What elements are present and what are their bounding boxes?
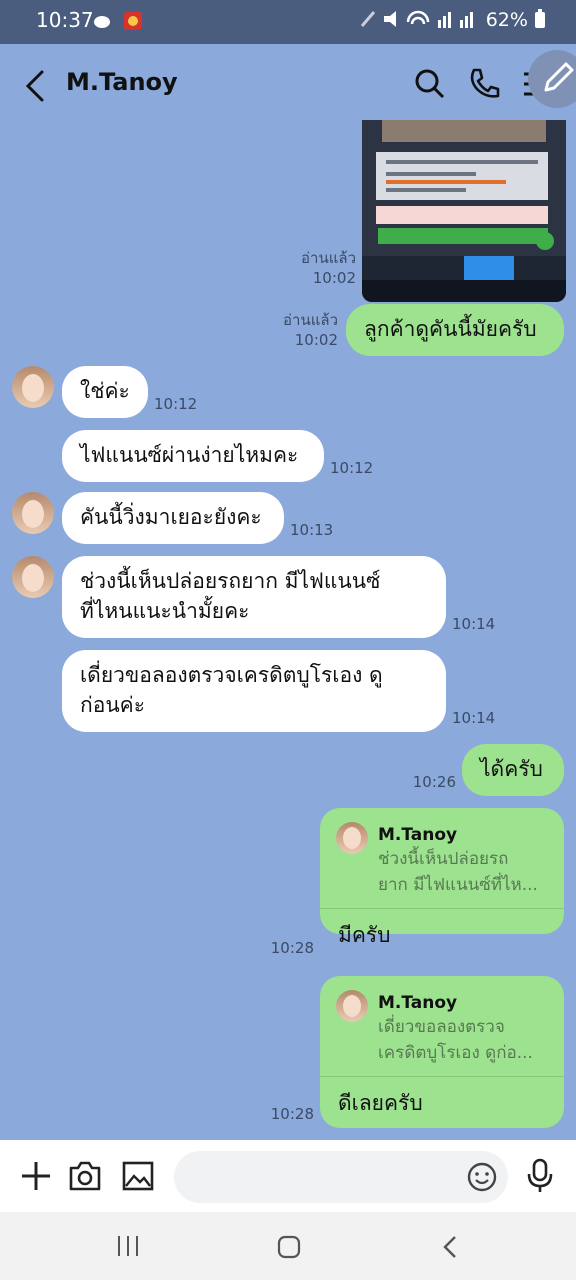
message-input[interactable] — [174, 1151, 508, 1203]
system-back-icon[interactable] — [440, 1234, 460, 1260]
message-text: ใช่ค่ะ — [80, 379, 130, 403]
incoming-message[interactable]: ไฟแนนซ์ผ่านง่ายไหมคะ — [62, 430, 324, 482]
back-arrow-icon[interactable] — [22, 66, 52, 106]
message-text: คันนี้วิ่งมาเยอะยังคะ — [80, 505, 262, 529]
status-bar: 10:37 62% — [0, 0, 576, 44]
quoted-text-line: ช่วงนี้เห็นปล่อยรถ — [378, 849, 509, 869]
message-text-line: เดี่ยวขอลองตรวจเครดิตบูโรเอง ดู — [80, 663, 383, 687]
chat-area[interactable]: อ่านแล้ว 10:02 ลูกค้าดูคันนี้มัยครับ อ่า… — [0, 110, 576, 1140]
message-time: 10:28 — [270, 1105, 314, 1123]
message-time: 10:28 — [270, 939, 314, 957]
message-text-line: ช่วงนี้เห็นปล่อยรถยาก มีไฟแนนซ์ — [80, 569, 381, 593]
battery-icon — [535, 9, 545, 28]
image-message-meta: อ่านแล้ว 10:02 — [290, 248, 356, 288]
message-time: 10:14 — [452, 615, 496, 633]
avatar[interactable] — [12, 556, 54, 598]
message-time: 10:14 — [452, 709, 496, 727]
avatar[interactable] — [12, 492, 54, 534]
system-nav-bar — [0, 1212, 576, 1280]
quoted-avatar — [336, 822, 368, 854]
image-warning-bar — [376, 206, 548, 224]
message-meta: อ่านแล้ว 10:02 — [272, 310, 338, 350]
reply-divider — [320, 1076, 564, 1077]
shared-image-message[interactable] — [362, 120, 566, 302]
reply-divider — [320, 908, 564, 909]
incoming-message[interactable]: ช่วงนี้เห็นปล่อยรถยาก มีไฟแนนซ์ ที่ไหนแน… — [62, 556, 446, 638]
message-text-line: ก่อนค่ะ — [80, 693, 146, 717]
battery-percent: 62% — [485, 9, 528, 31]
search-icon[interactable] — [412, 66, 448, 102]
message-text: มีครับ — [338, 923, 391, 947]
message-time: 10:12 — [330, 459, 374, 477]
read-receipt: อ่านแล้ว — [283, 311, 338, 329]
status-time: 10:37 — [36, 8, 94, 32]
image-info-panel — [376, 152, 548, 200]
plus-icon[interactable] — [20, 1160, 52, 1192]
read-receipt: อ่านแล้ว — [301, 249, 356, 267]
message-time: 10:26 — [412, 773, 456, 791]
message-text: ได้ครับ — [480, 757, 543, 781]
outgoing-message[interactable]: ลูกค้าดูคันนี้มัยครับ — [346, 304, 564, 356]
message-time: 10:02 — [312, 269, 356, 287]
message-time: 10:02 — [294, 331, 338, 349]
image-icon[interactable] — [122, 1160, 154, 1192]
incoming-message[interactable]: คันนี้วิ่งมาเยอะยังคะ — [62, 492, 284, 544]
message-text: ดีเลยครับ — [338, 1091, 423, 1115]
camera-icon[interactable] — [68, 1160, 102, 1192]
quoted-avatar — [336, 990, 368, 1022]
cloud-icon — [94, 12, 142, 30]
status-right: 62% — [360, 8, 546, 31]
status-notification-icons — [92, 10, 142, 36]
outgoing-message[interactable]: ได้ครับ — [462, 744, 564, 796]
emoji-icon[interactable] — [466, 1161, 498, 1193]
message-time: 10:13 — [290, 521, 334, 539]
message-composer — [0, 1140, 576, 1212]
contact-name: M.Tanoy — [66, 68, 178, 96]
quoted-text-line: ยาก มีไฟแนนซ์ที่ไห... — [378, 875, 538, 895]
phone-icon[interactable] — [466, 66, 502, 102]
message-text-line: ที่ไหนแนะนำมั้ยคะ — [80, 599, 250, 623]
mic-icon[interactable] — [526, 1158, 554, 1194]
signal-wifi-icons — [360, 10, 473, 28]
image-plus-dot — [536, 232, 554, 250]
pencil-icon — [544, 62, 574, 92]
recents-icon[interactable] — [116, 1234, 140, 1258]
quoted-text-line: เครดิตบูโรเอง ดูก่อ... — [378, 1043, 533, 1063]
home-icon[interactable] — [276, 1234, 302, 1260]
message-text: ลูกค้าดูคันนี้มัยครับ — [364, 317, 537, 341]
message-text: ไฟแนนซ์ผ่านง่ายไหมคะ — [80, 443, 299, 467]
image-nav-bar — [362, 280, 566, 302]
avatar[interactable] — [12, 366, 54, 408]
quoted-text: ช่วงนี้เห็นปล่อยรถ ยาก มีไฟแนนซ์ที่ไห... — [378, 846, 548, 898]
image-photo-strip — [382, 120, 546, 142]
quoted-text: เดี่ยวขอลองตรวจ เครดิตบูโรเอง ดูก่อ... — [378, 1014, 548, 1066]
image-green-button — [378, 228, 548, 244]
incoming-message[interactable]: เดี่ยวขอลองตรวจเครดิตบูโรเอง ดู ก่อนค่ะ — [62, 650, 446, 732]
image-tab-bar — [362, 256, 566, 280]
reply-message[interactable]: M.Tanoy ช่วงนี้เห็นปล่อยรถ ยาก มีไฟแนนซ์… — [320, 808, 564, 947]
message-time: 10:12 — [154, 395, 198, 413]
incoming-message[interactable]: ใช่ค่ะ — [62, 366, 148, 418]
edit-fab[interactable] — [528, 50, 576, 108]
reply-message[interactable]: M.Tanoy เดี่ยวขอลองตรวจ เครดิตบูโรเอง ดู… — [320, 976, 564, 1128]
quoted-text-line: เดี่ยวขอลองตรวจ — [378, 1017, 505, 1037]
